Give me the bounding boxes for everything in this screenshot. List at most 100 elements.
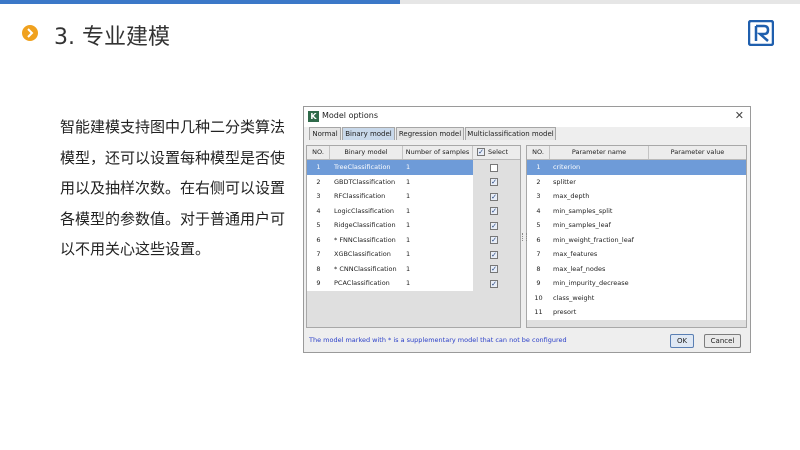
cell-no: 3 bbox=[536, 192, 541, 200]
table-header: NO. Parameter name Parameter value bbox=[527, 146, 746, 160]
app-k-icon: K bbox=[308, 111, 319, 122]
splitter-handle[interactable] bbox=[522, 233, 527, 241]
cell-no: 1 bbox=[316, 163, 321, 171]
cell-no: 5 bbox=[316, 221, 321, 229]
cell-model: TreeClassification bbox=[334, 163, 391, 171]
table-row[interactable]: 4 min_samples_split bbox=[527, 203, 746, 219]
cell-samples: 1 bbox=[406, 221, 411, 229]
table-row[interactable]: 5 min_samples_leaf bbox=[527, 218, 746, 233]
cell-no: 8 bbox=[536, 264, 541, 273]
cell-samples: 1 bbox=[406, 235, 411, 244]
top-accent-bar bbox=[0, 0, 800, 4]
cell-name: splitter bbox=[553, 177, 576, 186]
cell-samples: 1 bbox=[406, 206, 411, 215]
cell-no: 9 bbox=[316, 279, 321, 287]
table-row[interactable]: 7 max_features bbox=[527, 247, 746, 262]
cell-no: 8 bbox=[316, 264, 321, 273]
table-row[interactable]: 6 min_weight_fraction_leaf bbox=[527, 232, 746, 248]
cell-no: 10 bbox=[534, 293, 543, 302]
table-row[interactable]: 5 RidgeClassification 1 bbox=[307, 218, 473, 233]
cell-value[interactable] bbox=[652, 233, 746, 248]
cell-value[interactable] bbox=[652, 189, 746, 204]
tab-regression-model[interactable]: Regression model bbox=[396, 127, 464, 140]
cell-name: max_features bbox=[553, 250, 598, 258]
table-row[interactable]: 2 splitter bbox=[527, 174, 746, 190]
cell-value[interactable] bbox=[652, 305, 746, 320]
cancel-button[interactable]: Cancel bbox=[704, 334, 741, 348]
cell-name: presort bbox=[553, 308, 577, 316]
column-header-number-of-samples: Number of samples bbox=[403, 146, 473, 159]
cell-no: 4 bbox=[316, 206, 321, 215]
cell-name: min_samples_leaf bbox=[553, 221, 611, 229]
row-select-checkbox[interactable]: ✓ bbox=[490, 178, 498, 186]
top-accent-bar-blue bbox=[0, 0, 400, 4]
model-options-dialog: K Model options ✕ Normal Binary model Re… bbox=[303, 106, 751, 353]
cell-no: 7 bbox=[316, 250, 321, 258]
table-header: NO. Binary model Number of samples Selec… bbox=[307, 146, 520, 160]
cell-no: 11 bbox=[534, 308, 543, 316]
tab-binary-model[interactable]: Binary model bbox=[342, 127, 395, 140]
cell-value[interactable] bbox=[652, 262, 746, 277]
table-row[interactable]: 4 LogicClassification 1 bbox=[307, 203, 473, 218]
cell-name: class_weight bbox=[553, 293, 595, 302]
ok-button[interactable]: OK bbox=[670, 334, 694, 348]
cell-model: PCAClassification bbox=[334, 279, 390, 287]
cell-model: RidgeClassification bbox=[334, 221, 396, 229]
cell-samples: 1 bbox=[406, 177, 411, 186]
dialog-title: Model options bbox=[322, 111, 379, 120]
cell-value[interactable] bbox=[652, 218, 746, 233]
cell-no: 9 bbox=[536, 279, 541, 287]
row-select-checkbox[interactable]: ✓ bbox=[490, 279, 498, 288]
column-header-no: NO. bbox=[527, 146, 550, 159]
table-row[interactable]: 6 * FNNClassification 1 bbox=[307, 232, 473, 247]
cell-value[interactable] bbox=[652, 160, 746, 175]
row-select-checkbox[interactable]: ✓ bbox=[490, 250, 498, 259]
cell-samples: 1 bbox=[406, 264, 411, 273]
cell-name: max_depth bbox=[553, 192, 590, 200]
row-select-checkbox[interactable]: ✓ bbox=[490, 265, 498, 273]
table-row[interactable]: 1 criterion bbox=[527, 160, 746, 175]
table-row[interactable]: 11 presort bbox=[527, 305, 746, 320]
table-row[interactable]: 3 RFClassification 1 bbox=[307, 189, 473, 204]
table-row[interactable]: 2 GBDTClassification 1 bbox=[307, 174, 473, 189]
dialog-titlebar: K Model options ✕ bbox=[304, 107, 750, 127]
table-row[interactable]: 1 TreeClassification 1 bbox=[307, 160, 473, 175]
row-select-checkbox[interactable]: ✓ bbox=[490, 236, 498, 244]
binary-model-table: NO. Binary model Number of samples Selec… bbox=[306, 145, 521, 328]
close-icon[interactable]: ✕ bbox=[735, 109, 744, 122]
table-row[interactable]: 9 min_impurity_decrease bbox=[527, 276, 746, 291]
cell-no: 3 bbox=[316, 192, 321, 200]
table-row[interactable]: 8 * CNNClassification 1 bbox=[307, 261, 473, 276]
column-header-binary-model: Binary model bbox=[330, 146, 403, 159]
parameter-table: NO. Parameter name Parameter value 1 crit… bbox=[526, 145, 747, 328]
row-select-checkbox[interactable]: ✓ bbox=[490, 221, 498, 230]
tab-multiclassification-model[interactable]: Multiclassification model bbox=[465, 127, 556, 140]
cell-no: 6 bbox=[536, 235, 541, 244]
cell-value[interactable] bbox=[652, 247, 746, 262]
table-row[interactable]: 3 max_depth bbox=[527, 189, 746, 204]
select-all-checkbox[interactable]: ✓ bbox=[477, 148, 485, 156]
slide-title: 3. 专业建模 bbox=[54, 25, 170, 50]
row-select-checkbox[interactable]: ✓ bbox=[490, 207, 498, 215]
cell-no: 2 bbox=[316, 177, 321, 186]
cell-value[interactable] bbox=[652, 291, 746, 306]
table-row[interactable]: 10 class_weight bbox=[527, 290, 746, 306]
cell-samples: 1 bbox=[406, 279, 411, 287]
table-row[interactable]: 7 XGBClassification 1 bbox=[307, 247, 473, 262]
row-select-checkbox[interactable]: ✓ bbox=[490, 192, 498, 201]
column-header-no: NO. bbox=[307, 146, 330, 159]
row-select-checkbox[interactable] bbox=[490, 163, 498, 172]
column-header-parameter-name: Parameter name bbox=[550, 146, 649, 159]
cell-value[interactable] bbox=[652, 175, 746, 190]
table-row[interactable]: 9 PCAClassification 1 bbox=[307, 276, 473, 291]
cell-model: RFClassification bbox=[334, 192, 386, 200]
cell-value[interactable] bbox=[652, 276, 746, 291]
cell-samples: 1 bbox=[406, 192, 411, 200]
tab-normal[interactable]: Normal bbox=[309, 127, 341, 140]
cell-name: max_leaf_nodes bbox=[553, 264, 606, 273]
cell-name: min_impurity_decrease bbox=[553, 279, 629, 287]
cell-model: GBDTClassification bbox=[334, 177, 396, 186]
table-row[interactable]: 8 max_leaf_nodes bbox=[527, 261, 746, 277]
cell-samples: 1 bbox=[406, 250, 411, 258]
cell-value[interactable] bbox=[652, 204, 746, 219]
